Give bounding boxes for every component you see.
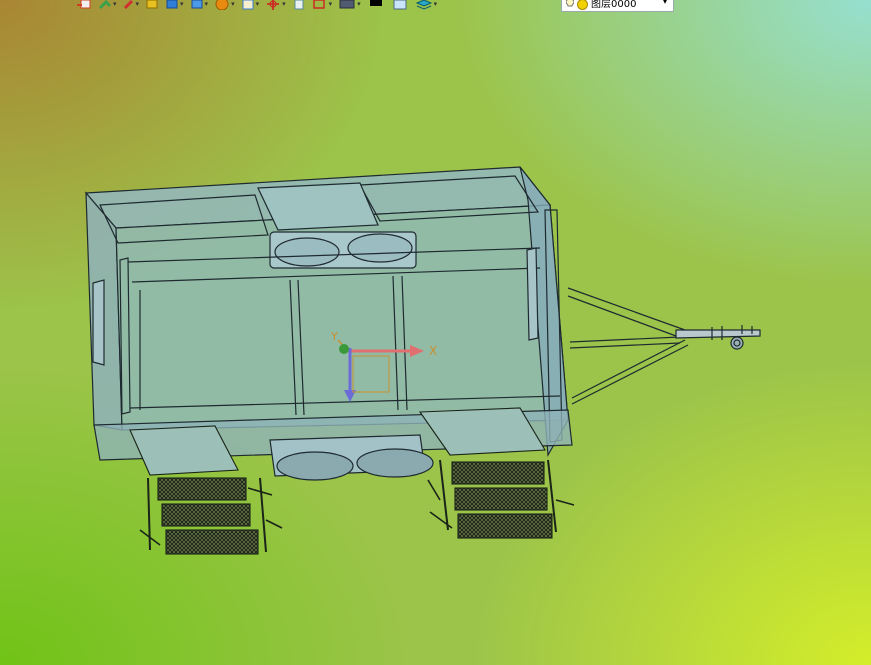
crosshair-icon: [267, 0, 280, 10]
display-button[interactable]: ▾: [338, 0, 361, 12]
chevron-down-icon: ▾: [357, 0, 361, 8]
3d-viewport[interactable]: X Y ▾ ▾ ▾ ▾ ▾ ▾ ▾ ▾ ▾ ▾ 图层0000 ▾: [0, 0, 871, 665]
frame-button[interactable]: ▾: [312, 0, 333, 12]
monitor-icon: [339, 0, 355, 9]
solid-button[interactable]: [145, 0, 159, 12]
chevron-down-icon: ▾: [433, 0, 438, 8]
yellow-cube-icon: [146, 0, 158, 9]
blue-box-icon: [191, 0, 203, 9]
color-black-button[interactable]: [367, 0, 385, 12]
layers-icon: [415, 0, 432, 10]
chevron-down-icon: ▾: [231, 0, 235, 8]
clipboard-button[interactable]: ▾: [241, 0, 260, 12]
x-axis-label: X: [429, 344, 437, 358]
layer-selector[interactable]: 图层0000 ▾: [561, 0, 674, 12]
box-button[interactable]: ▾: [190, 0, 209, 12]
chevron-down-icon: ▾: [328, 0, 333, 8]
render-button[interactable]: ▾: [214, 0, 235, 12]
chevron-down-icon: ▾: [204, 0, 209, 8]
color-light-button[interactable]: [391, 0, 409, 12]
sketch-button[interactable]: ▾: [123, 0, 140, 12]
chevron-down-icon: ▾: [282, 0, 286, 8]
layer-color-icon: [577, 0, 588, 10]
chevron-down-icon[interactable]: ▾: [663, 0, 667, 6]
lightbulb-icon: [565, 0, 575, 12]
tow-drawbar: [567, 287, 761, 405]
orange-wheel-icon: [215, 0, 229, 10]
clipboard-icon: [242, 0, 254, 10]
export-icon: [77, 0, 91, 9]
chevron-down-icon: ▾: [180, 0, 184, 8]
chevron-down-icon: ▾: [135, 0, 140, 8]
pencil-icon: [123, 0, 133, 10]
export-button[interactable]: [76, 0, 92, 12]
tools-icon: [98, 0, 112, 10]
tools-button[interactable]: ▾: [98, 0, 117, 12]
document-icon: [294, 0, 304, 10]
snap-button[interactable]: ▾: [265, 0, 286, 12]
trailer-model[interactable]: X Y: [0, 0, 871, 665]
y-axis-label: Y: [330, 330, 338, 343]
document-button[interactable]: [292, 0, 306, 12]
blue-cube-icon: [166, 0, 178, 9]
black-square-icon: [369, 0, 382, 6]
chevron-down-icon: ▾: [255, 0, 260, 8]
layer-name: 图层0000: [591, 0, 637, 10]
primitive-button[interactable]: ▾: [165, 0, 184, 12]
frame-icon: [312, 0, 325, 9]
light-blue-square-icon: [393, 0, 407, 10]
chevron-down-icon: ▾: [113, 0, 117, 8]
layers-button[interactable]: ▾: [415, 0, 438, 12]
